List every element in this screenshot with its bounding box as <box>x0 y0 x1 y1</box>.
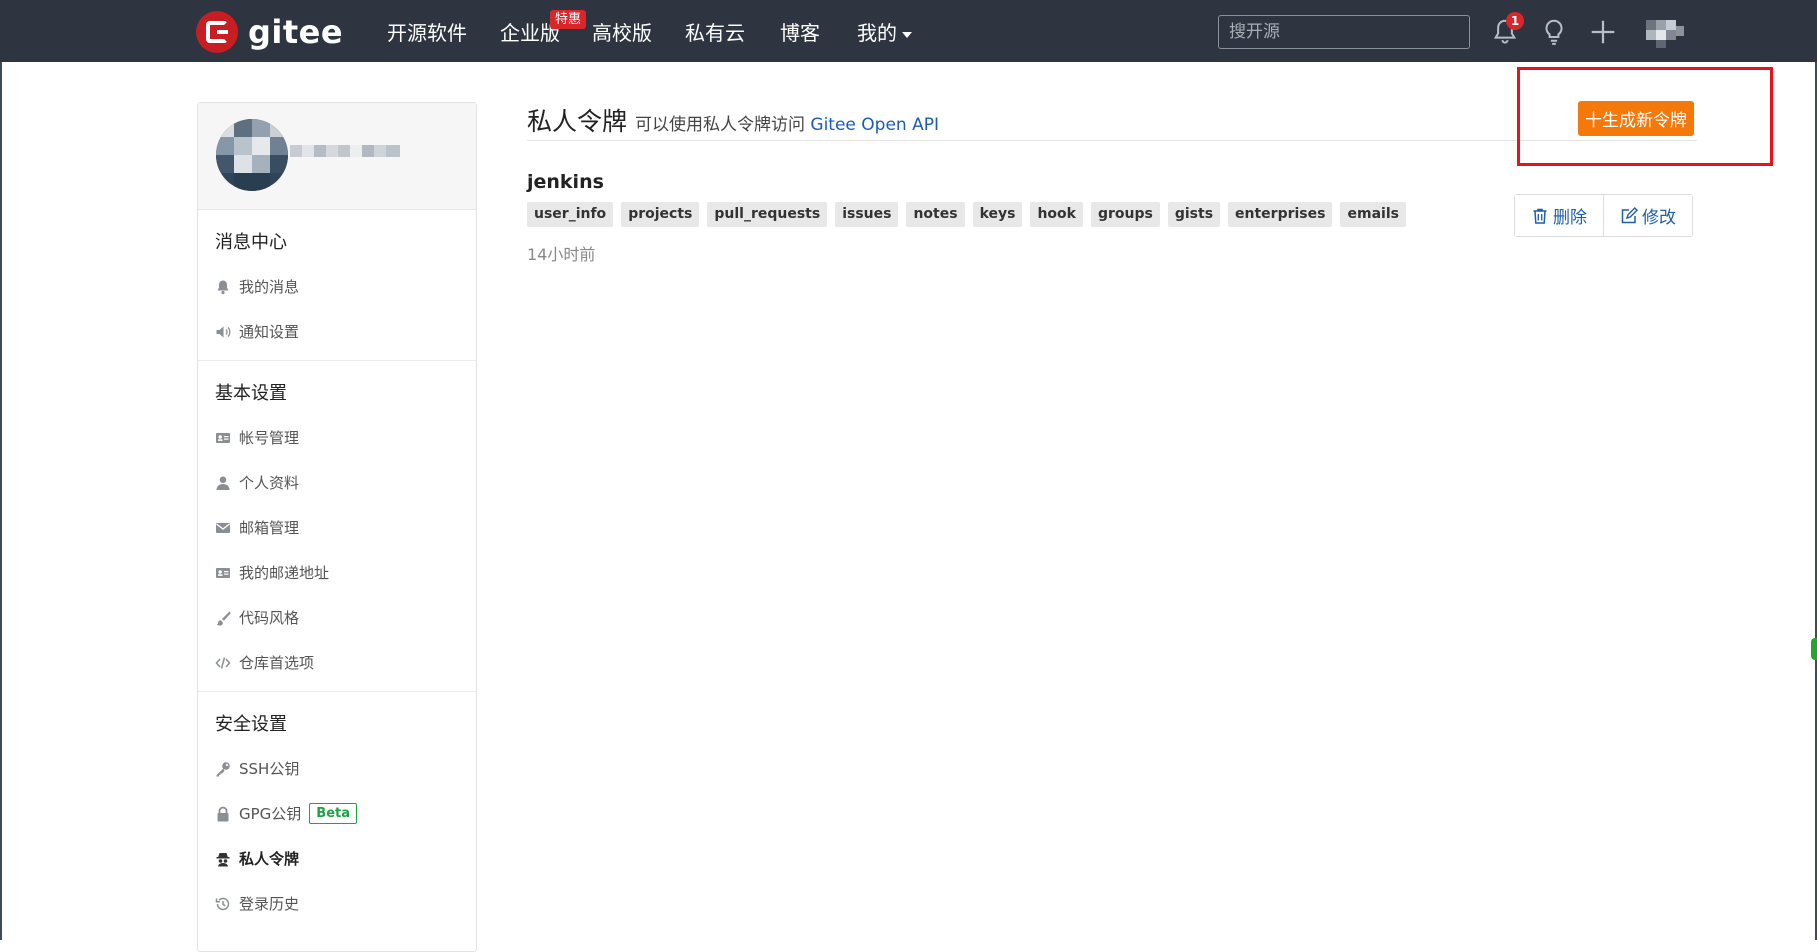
trash-icon <box>1533 208 1547 224</box>
settings-sidebar: 消息中心 我的消息 通知设置 基本设置 帐号管理 个人资料 邮箱管理 我的邮递地… <box>197 102 477 952</box>
sidebar-item-label: 仓库首选项 <box>239 654 315 672</box>
sidebar-item-email[interactable]: 邮箱管理 <box>198 505 476 550</box>
sidebar-section-title: 安全设置 <box>215 714 287 735</box>
sidebar-item-account[interactable]: 帐号管理 <box>198 415 476 460</box>
edit-label: 修改 <box>1642 208 1676 228</box>
nav-mine-label: 我的 <box>857 21 897 45</box>
window-frame-left <box>0 0 2 940</box>
plus-icon[interactable] <box>1588 17 1618 47</box>
scope-tag: hook <box>1030 202 1083 227</box>
sidebar-item-label: 帐号管理 <box>239 429 300 447</box>
nav-blog[interactable]: 博客 <box>780 20 820 46</box>
scope-tag: issues <box>835 202 899 227</box>
chevron-down-icon <box>902 31 912 38</box>
volume-icon <box>216 326 231 337</box>
spy-icon <box>216 852 230 866</box>
sidebar-item-label: 邮箱管理 <box>239 519 300 537</box>
address-card-icon <box>216 567 230 578</box>
profile-username-pixelated[interactable] <box>290 143 405 159</box>
beta-badge: Beta <box>309 803 358 824</box>
user-avatar[interactable] <box>1642 18 1688 48</box>
sidebar-item-label: 私人令牌 <box>239 850 300 868</box>
token-name: jenkins <box>527 171 604 193</box>
highlight-annotation-box <box>1517 67 1773 166</box>
gitee-open-api-link[interactable]: Gitee Open API <box>810 115 939 135</box>
scope-tag: enterprises <box>1228 202 1333 227</box>
sidebar-item-label: 通知设置 <box>239 323 300 341</box>
sidebar-item-label: 我的邮递地址 <box>239 564 330 582</box>
envelope-icon <box>216 522 230 533</box>
scope-tag: pull_requests <box>707 202 828 227</box>
sidebar-item-gpg-keys[interactable]: GPG公钥 Beta <box>198 791 476 836</box>
sidebar-item-profile[interactable]: 个人资料 <box>198 460 476 505</box>
user-icon <box>216 476 230 490</box>
scope-tag: projects <box>621 202 700 227</box>
sidebar-item-label: 代码风格 <box>239 609 300 627</box>
lock-icon <box>217 806 229 821</box>
sidebar-item-label: 个人资料 <box>239 474 300 492</box>
search-input[interactable] <box>1218 15 1470 49</box>
history-icon <box>215 897 230 910</box>
page-subtitle: 可以使用私人令牌访问 Gitee Open API <box>635 110 939 135</box>
page-subtitle-text: 可以使用私人令牌访问 <box>635 115 805 135</box>
profile-avatar[interactable] <box>216 119 288 191</box>
edit-token-button[interactable]: 修改 <box>1603 195 1692 236</box>
brush-icon <box>216 611 231 625</box>
token-actions: 删除 修改 <box>1514 194 1693 237</box>
sidebar-item-label: SSH公钥 <box>239 760 300 778</box>
gitee-logo-icon <box>196 11 238 53</box>
scope-tag: emails <box>1340 202 1406 227</box>
sidebar-section-basic: 基本设置 帐号管理 个人资料 邮箱管理 我的邮递地址 代码风格 仓库首选项 <box>198 361 476 692</box>
notification-count-badge: 1 <box>1506 12 1524 30</box>
gitee-logo[interactable]: gitee <box>196 11 344 53</box>
page-title: 私人令牌 <box>527 107 628 136</box>
sidebar-item-mailing-address[interactable]: 我的邮递地址 <box>198 550 476 595</box>
scope-tag: keys <box>972 202 1023 227</box>
sidebar-section-title: 消息中心 <box>215 232 287 253</box>
sidebar-item-label: GPG公钥 <box>239 805 302 823</box>
profile-card <box>198 103 476 210</box>
top-navbar: gitee 开源软件 企业版 特惠 高校版 私有云 博客 我的 1 <box>0 0 1817 62</box>
key-icon <box>216 761 230 776</box>
sidebar-section-title: 基本设置 <box>215 383 287 404</box>
sidebar-item-ssh-keys[interactable]: SSH公钥 <box>198 746 476 791</box>
sidebar-item-repo-preferences[interactable]: 仓库首选项 <box>198 640 476 685</box>
sidebar-item-code-style[interactable]: 代码风格 <box>198 595 476 640</box>
nav-open-source[interactable]: 开源软件 <box>387 20 467 46</box>
logo-text: gitee <box>248 13 344 51</box>
token-created-time: 14小时前 <box>527 245 596 264</box>
sidebar-section-messages: 消息中心 我的消息 通知设置 <box>198 210 476 361</box>
nav-private-cloud[interactable]: 私有云 <box>685 20 745 46</box>
sidebar-item-private-tokens[interactable]: 私人令牌 <box>198 836 476 881</box>
lightbulb-icon[interactable] <box>1539 17 1569 47</box>
nav-mine-dropdown[interactable]: 我的 <box>857 20 912 46</box>
delete-label: 删除 <box>1553 208 1587 228</box>
sidebar-item-label: 登录历史 <box>239 895 300 913</box>
scope-tag: notes <box>906 202 965 227</box>
code-icon <box>215 656 231 669</box>
delete-token-button[interactable]: 删除 <box>1515 195 1603 236</box>
nav-education[interactable]: 高校版 <box>592 20 652 46</box>
special-offer-badge: 特惠 <box>550 10 587 29</box>
scope-tag: user_info <box>527 202 614 227</box>
sidebar-item-login-history[interactable]: 登录历史 <box>198 881 476 926</box>
sidebar-item-label: 我的消息 <box>239 278 300 296</box>
sidebar-item-notification-settings[interactable]: 通知设置 <box>198 309 476 354</box>
sidebar-item-my-messages[interactable]: 我的消息 <box>198 264 476 309</box>
floating-widget-tab[interactable] <box>1811 638 1817 660</box>
id-card-icon <box>216 432 230 443</box>
bell-icon <box>217 280 229 294</box>
edit-icon <box>1621 206 1638 223</box>
sidebar-section-security: 安全设置 SSH公钥 GPG公钥 Beta 私人令牌 登录历史 <box>198 692 476 932</box>
scope-tag: groups <box>1090 202 1160 227</box>
scope-tag: gists <box>1167 202 1221 227</box>
